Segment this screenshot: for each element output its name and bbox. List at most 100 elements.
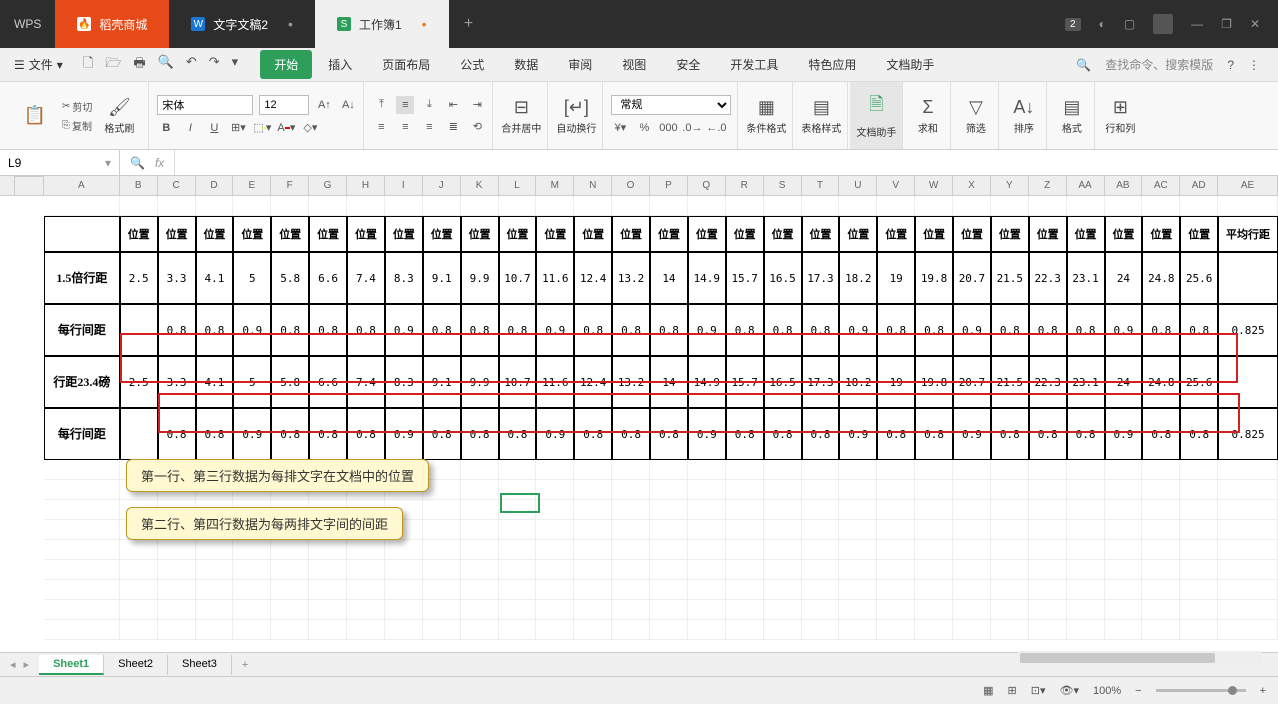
cell[interactable] [877, 560, 915, 580]
cell[interactable] [1029, 460, 1067, 480]
cell[interactable] [650, 560, 688, 580]
col-header-P[interactable]: P [650, 176, 688, 196]
cell[interactable] [953, 560, 991, 580]
cell[interactable] [271, 540, 309, 560]
cell[interactable] [499, 600, 537, 620]
cell[interactable] [915, 580, 953, 600]
cell[interactable] [423, 600, 461, 620]
cell[interactable]: 每行间距 [44, 408, 120, 460]
print-icon[interactable]: 🖶 [133, 54, 145, 76]
col-header-E[interactable]: E [233, 176, 271, 196]
cell[interactable] [1029, 580, 1067, 600]
cell[interactable]: 每行间距 [44, 304, 120, 356]
cell[interactable]: 0.8 [726, 304, 764, 356]
cell[interactable]: 10.7 [499, 356, 537, 408]
cell[interactable] [461, 520, 499, 540]
cell[interactable]: 位置 [991, 216, 1029, 252]
table-style[interactable]: ▤表格样式 [795, 82, 848, 149]
cell[interactable] [650, 460, 688, 480]
col-header-X[interactable]: X [953, 176, 991, 196]
cell[interactable] [44, 196, 120, 216]
cell[interactable]: 10.7 [499, 252, 537, 304]
formula-input[interactable] [174, 150, 1278, 175]
cell[interactable]: 位置 [385, 216, 423, 252]
cell[interactable]: 11.6 [536, 252, 574, 304]
cell[interactable]: 位置 [764, 216, 802, 252]
col-header-N[interactable]: N [574, 176, 612, 196]
cell[interactable]: 24 [1105, 252, 1143, 304]
cell[interactable] [461, 196, 499, 216]
cell[interactable]: 0.8 [764, 304, 802, 356]
cell[interactable] [574, 480, 612, 500]
cell[interactable]: 0.8 [158, 304, 196, 356]
cell[interactable] [536, 560, 574, 580]
cell[interactable] [309, 600, 347, 620]
cell[interactable] [347, 580, 385, 600]
cell[interactable] [233, 600, 271, 620]
cell[interactable]: 13.2 [612, 252, 650, 304]
cell[interactable] [802, 196, 840, 216]
cell[interactable] [347, 600, 385, 620]
cell[interactable] [877, 620, 915, 640]
fx-icon[interactable]: fx [155, 156, 164, 170]
font-color[interactable]: A▾ [277, 119, 295, 137]
cell[interactable] [1218, 252, 1278, 304]
cell[interactable]: 21.5 [991, 252, 1029, 304]
cell[interactable]: 5 [233, 356, 271, 408]
cell[interactable] [877, 460, 915, 480]
cell[interactable] [499, 540, 537, 560]
cell[interactable]: 0.8 [196, 304, 234, 356]
cell[interactable] [726, 520, 764, 540]
format-button[interactable]: ▤格式 [1049, 82, 1095, 149]
cell[interactable] [839, 196, 877, 216]
cell[interactable]: 6.6 [309, 356, 347, 408]
cell[interactable] [991, 540, 1029, 560]
cell[interactable] [1218, 600, 1278, 620]
cell[interactable] [991, 480, 1029, 500]
cell[interactable]: 12.4 [574, 252, 612, 304]
cell[interactable]: 0.9 [953, 408, 991, 460]
cell[interactable]: 17.3 [802, 252, 840, 304]
cell[interactable]: 17.3 [802, 356, 840, 408]
cell[interactable]: 0.9 [1105, 408, 1143, 460]
cell[interactable] [536, 600, 574, 620]
cell[interactable] [233, 580, 271, 600]
cell[interactable] [764, 500, 802, 520]
cell[interactable] [1105, 520, 1143, 540]
align-center[interactable]: ≡ [396, 118, 414, 136]
cell[interactable]: 0.8 [1142, 304, 1180, 356]
cell[interactable]: 0.9 [953, 304, 991, 356]
cell[interactable] [802, 460, 840, 480]
cell[interactable]: 0.8 [574, 304, 612, 356]
cell[interactable] [953, 580, 991, 600]
col-header-D[interactable]: D [196, 176, 234, 196]
zoom-out[interactable]: − [1135, 685, 1141, 697]
col-header-V[interactable]: V [877, 176, 915, 196]
cell[interactable]: 0.8 [461, 304, 499, 356]
cell[interactable] [233, 560, 271, 580]
cell[interactable] [1029, 520, 1067, 540]
cell[interactable] [688, 600, 726, 620]
cell[interactable]: 位置 [688, 216, 726, 252]
col-header-Q[interactable]: Q [688, 176, 726, 196]
cell[interactable] [574, 500, 612, 520]
cell[interactable] [1029, 500, 1067, 520]
align-left[interactable]: ≡ [372, 118, 390, 136]
cell[interactable] [1029, 560, 1067, 580]
cell[interactable] [44, 480, 120, 500]
align-top[interactable]: ⤒ [372, 96, 390, 114]
cell[interactable]: 0.9 [839, 304, 877, 356]
cell[interactable]: 位置 [347, 216, 385, 252]
cell[interactable]: 0.8 [915, 408, 953, 460]
sheet-nav-last[interactable]: ▸ [24, 658, 30, 671]
cell[interactable] [802, 520, 840, 540]
fill-color[interactable]: ⬚▾ [253, 119, 271, 137]
wrap-text[interactable]: [↵]自动换行 [550, 82, 603, 149]
cell[interactable]: 13.2 [612, 356, 650, 408]
avatar[interactable] [1153, 14, 1173, 34]
cell[interactable] [1067, 520, 1105, 540]
cell[interactable]: 0.9 [1105, 304, 1143, 356]
cell[interactable] [120, 620, 158, 640]
cell[interactable] [726, 620, 764, 640]
cell[interactable]: 位置 [839, 216, 877, 252]
